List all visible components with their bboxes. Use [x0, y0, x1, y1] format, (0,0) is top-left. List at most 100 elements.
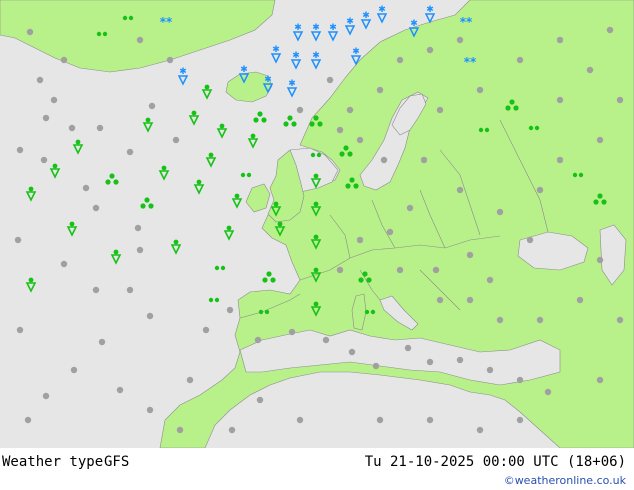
- cloud-dot-icon: [24, 416, 32, 424]
- cloud-dot-icon: [346, 106, 354, 114]
- cloud-dot-icon: [166, 56, 174, 64]
- cloud-dot-icon: [356, 236, 364, 244]
- valid-time-label: Tu 21-10-2025 00:00 UTC (18+06): [364, 454, 626, 470]
- cloud-dot-icon: [116, 386, 124, 394]
- cloud-dot-icon: [172, 136, 180, 144]
- cloud-dot-icon: [426, 46, 434, 54]
- svg-text:✱: ✱: [329, 23, 337, 33]
- parameter-label: Weather type: [2, 454, 104, 470]
- cloud-dot-icon: [386, 228, 394, 236]
- cloud-dot-icon: [42, 114, 50, 122]
- model-label: GFS: [104, 454, 130, 470]
- svg-text:✱: ✱: [426, 5, 434, 15]
- cloud-dot-icon: [68, 124, 76, 132]
- cloud-dot-icon: [436, 106, 444, 114]
- svg-text:✱: ✱: [346, 17, 354, 27]
- cloud-dot-icon: [476, 86, 484, 94]
- snow-icon: **: [464, 55, 477, 69]
- cloud-dot-icon: [356, 136, 364, 144]
- cloud-dot-icon: [536, 186, 544, 194]
- cloud-dot-icon: [380, 156, 388, 164]
- cloud-dot-icon: [486, 366, 494, 374]
- cloud-dot-icon: [254, 336, 262, 344]
- cloud-dot-icon: [526, 236, 534, 244]
- cloud-dot-icon: [36, 76, 44, 84]
- cloud-dot-icon: [60, 260, 68, 268]
- cloud-dot-icon: [576, 296, 584, 304]
- cloud-dot-icon: [616, 316, 624, 324]
- cloud-dot-icon: [136, 246, 144, 254]
- svg-text:✱: ✱: [272, 45, 280, 55]
- cloud-dot-icon: [226, 306, 234, 314]
- cloud-dot-icon: [432, 266, 440, 274]
- cloud-dot-icon: [42, 392, 50, 400]
- cloud-dot-icon: [496, 316, 504, 324]
- svg-text:✱: ✱: [378, 5, 386, 15]
- svg-text:✱: ✱: [410, 19, 418, 29]
- cloud-dot-icon: [70, 366, 78, 374]
- cloud-dot-icon: [288, 328, 296, 336]
- cloud-dot-icon: [16, 146, 24, 154]
- cloud-dot-icon: [486, 276, 494, 284]
- cloud-dot-icon: [516, 416, 524, 424]
- cloud-dot-icon: [322, 336, 330, 344]
- cloud-dot-icon: [606, 26, 614, 34]
- cloud-dot-icon: [16, 326, 24, 334]
- cloud-dot-icon: [396, 266, 404, 274]
- cloud-dot-icon: [126, 286, 134, 294]
- cloud-dot-icon: [96, 124, 104, 132]
- cloud-dot-icon: [476, 426, 484, 434]
- cloud-dot-icon: [376, 86, 384, 94]
- svg-text:✱: ✱: [240, 65, 248, 75]
- cloud-dot-icon: [202, 326, 210, 334]
- snow-icon: **: [160, 15, 173, 29]
- cloud-dot-icon: [82, 184, 90, 192]
- cloud-dot-icon: [406, 204, 414, 212]
- cloud-dot-icon: [136, 36, 144, 44]
- svg-text:✱: ✱: [294, 23, 302, 33]
- cloud-dot-icon: [466, 251, 474, 259]
- svg-text:✱: ✱: [362, 11, 370, 21]
- cloud-dot-icon: [92, 204, 100, 212]
- cloud-dot-icon: [176, 426, 184, 434]
- svg-text:✱: ✱: [352, 47, 360, 57]
- cloud-dot-icon: [556, 36, 564, 44]
- svg-text:✱: ✱: [312, 51, 320, 61]
- cloud-dot-icon: [596, 136, 604, 144]
- copyright-link[interactable]: ©weatheronline.co.uk: [504, 474, 626, 487]
- cloud-dot-icon: [516, 376, 524, 384]
- cloud-dot-icon: [404, 344, 412, 352]
- cloud-dot-icon: [26, 28, 34, 36]
- cloud-dot-icon: [50, 96, 58, 104]
- svg-text:✱: ✱: [288, 79, 296, 89]
- svg-text:✱: ✱: [312, 23, 320, 33]
- svg-text:✱: ✱: [179, 67, 187, 77]
- cloud-dot-icon: [372, 362, 380, 370]
- cloud-dot-icon: [536, 316, 544, 324]
- cloud-dot-icon: [466, 296, 474, 304]
- cloud-dot-icon: [348, 348, 356, 356]
- svg-text:✱: ✱: [264, 75, 272, 85]
- cloud-dot-icon: [228, 426, 236, 434]
- cloud-dot-icon: [426, 416, 434, 424]
- cloud-dot-icon: [296, 106, 304, 114]
- cloud-dot-icon: [186, 376, 194, 384]
- cloud-dot-icon: [296, 416, 304, 424]
- cloud-dot-icon: [98, 338, 106, 346]
- weather-map: ✱ ✱ ✱ ✱ ✱ ✱ ✱ ✱ ✱ ✱ ✱ ✱ ✱ ✱ ✱ ✱ ** ** **: [0, 0, 634, 448]
- cloud-dot-icon: [616, 96, 624, 104]
- cloud-dot-icon: [586, 66, 594, 74]
- cloud-dot-icon: [396, 56, 404, 64]
- cloud-dot-icon: [456, 356, 464, 364]
- cloud-dot-icon: [544, 388, 552, 396]
- cloud-dot-icon: [40, 156, 48, 164]
- cloud-dot-icon: [436, 296, 444, 304]
- cloud-dot-icon: [556, 96, 564, 104]
- cloud-dot-icon: [336, 126, 344, 134]
- cloud-dot-icon: [456, 36, 464, 44]
- svg-text:✱: ✱: [292, 51, 300, 61]
- cloud-dot-icon: [556, 156, 564, 164]
- cloud-dot-icon: [596, 256, 604, 264]
- cloud-dot-icon: [14, 236, 22, 244]
- cloud-dot-icon: [426, 358, 434, 366]
